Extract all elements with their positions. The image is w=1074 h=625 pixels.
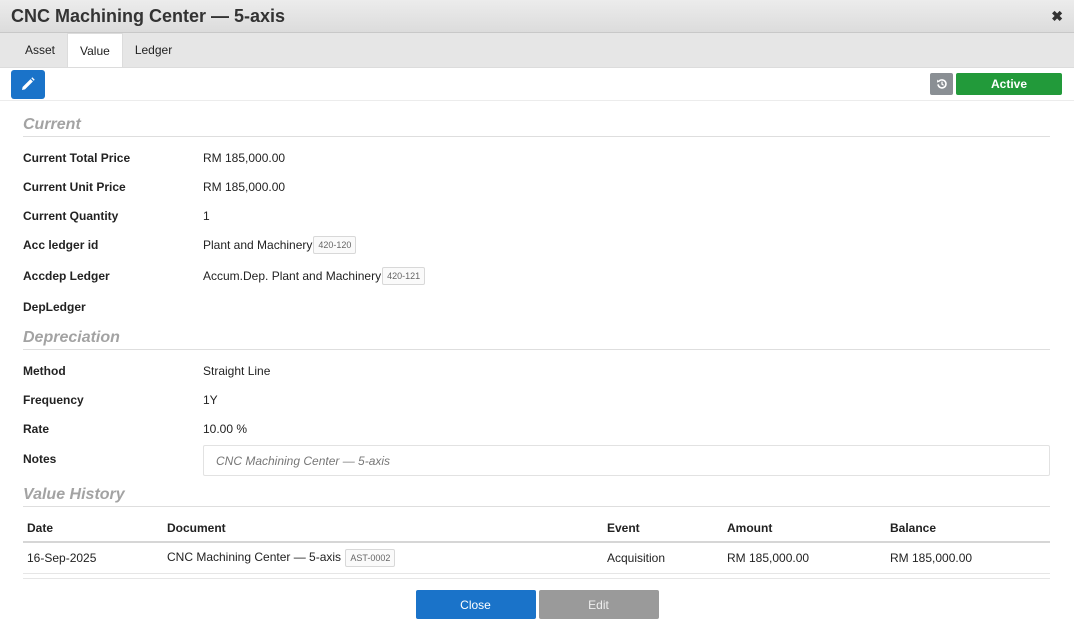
field-label: Notes — [23, 452, 57, 466]
field-method: Method Straight Line — [23, 356, 1050, 385]
field-label: Current Unit Price — [23, 179, 126, 194]
field-label: DepLedger — [23, 299, 86, 314]
cell-amount: RM 185,000.00 — [723, 542, 886, 574]
tab-value[interactable]: Value — [67, 33, 123, 67]
history-icon — [936, 79, 947, 89]
window-title: CNC Machining Center — 5-axis — [11, 5, 286, 26]
field-value: RM 185,000.00 — [203, 150, 286, 165]
field-label: Method — [23, 363, 66, 378]
tab-asset[interactable]: Asset — [13, 34, 67, 67]
close-button[interactable]: Close — [415, 590, 536, 619]
table-header-row: Date Document Event Amount Balance — [23, 515, 1050, 543]
document-name: CNC Machining Center — 5-axis — [167, 550, 342, 564]
column-header-balance: Balance — [886, 515, 1050, 543]
field-value: 10.00 % — [203, 421, 248, 436]
field-label: Current Quantity — [23, 208, 119, 223]
status-badge: Active — [956, 73, 1062, 95]
column-header-date: Date — [23, 515, 163, 543]
field-label: Rate — [23, 421, 50, 436]
pencil-icon — [22, 77, 35, 90]
section-heading-value-history: Value History — [23, 486, 1050, 507]
field-value: 1Y — [203, 392, 218, 407]
dialog-footer: Close Edit — [0, 590, 1074, 619]
edit-button[interactable]: Edit — [538, 590, 659, 619]
field-value: Accum.Dep. Plant and Machinery — [203, 268, 382, 283]
history-button[interactable] — [930, 73, 953, 95]
cell-document: CNC Machining Center — 5-axis AST-0002 — [163, 542, 603, 574]
field-notes: Notes CNC Machining Center — 5-axis — [23, 445, 1050, 476]
cell-balance: RM 185,000.00 — [886, 542, 1050, 574]
ledger-code-badge: 420-120 — [313, 235, 357, 254]
section-heading-current: Current — [23, 116, 1050, 137]
field-label: Accdep Ledger — [23, 268, 110, 283]
field-label: Acc ledger id — [23, 237, 99, 252]
section-heading-depreciation: Depreciation — [23, 329, 1050, 350]
field-accdep-ledger: Accdep Ledger Accum.Dep. Plant and Machi… — [23, 259, 1050, 292]
toolbar: Active — [0, 68, 1074, 101]
tab-bar: Asset Value Ledger — [0, 33, 1074, 68]
field-current-unit-price: Current Unit Price RM 185,000.00 — [23, 172, 1050, 201]
tab-ledger[interactable]: Ledger — [123, 34, 184, 67]
field-acc-ledger: Acc ledger id Plant and Machinery 420-12… — [23, 230, 1050, 259]
edit-pencil-button[interactable] — [11, 69, 45, 99]
field-value: RM 185,000.00 — [203, 179, 286, 194]
field-dep-ledger: DepLedger — [23, 292, 1050, 321]
notes-textbox[interactable]: CNC Machining Center — 5-axis — [203, 445, 1050, 476]
field-frequency: Frequency 1Y — [23, 385, 1050, 414]
value-panel: Current Current Total Price RM 185,000.0… — [0, 116, 1074, 574]
window-titlebar: CNC Machining Center — 5-axis ✖ — [0, 0, 1074, 33]
field-value: 1 — [203, 208, 210, 223]
cell-event: Acquisition — [603, 542, 723, 574]
field-current-quantity: Current Quantity 1 — [23, 201, 1050, 230]
document-code-badge: AST-0002 — [345, 549, 396, 567]
field-value: Plant and Machinery — [203, 237, 313, 252]
field-label: Frequency — [23, 392, 84, 407]
column-header-event: Event — [603, 515, 723, 543]
field-current-total-price: Current Total Price RM 185,000.00 — [23, 143, 1050, 172]
field-value: Straight Line — [203, 363, 271, 378]
field-label: Current Total Price — [23, 150, 131, 165]
column-header-amount: Amount — [723, 515, 886, 543]
ledger-code-badge: 420-121 — [382, 266, 426, 285]
table-row[interactable]: 16-Sep-2025 CNC Machining Center — 5-axi… — [23, 542, 1050, 574]
footer-divider — [23, 578, 1050, 579]
cell-date: 16-Sep-2025 — [23, 542, 163, 574]
field-rate: Rate 10.00 % — [23, 414, 1050, 443]
column-header-document: Document — [163, 515, 603, 543]
value-history-table: Date Document Event Amount Balance 16-Se… — [23, 515, 1050, 574]
close-icon[interactable]: ✖ — [1051, 8, 1063, 25]
